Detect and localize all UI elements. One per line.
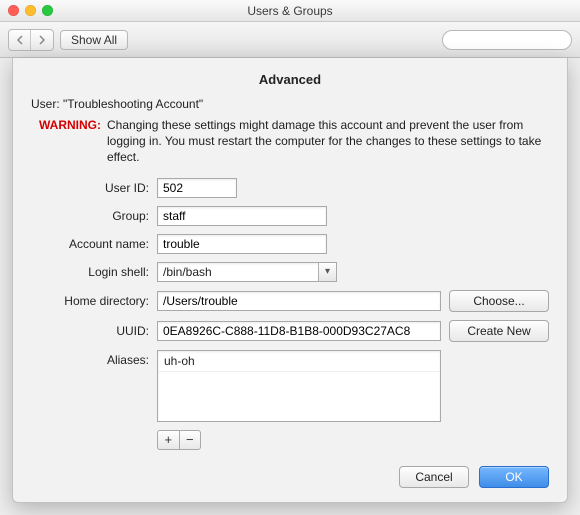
form-grid: User ID: Group: Account name: Login shel… [31, 178, 549, 450]
alias-pm-group: + − [157, 430, 201, 450]
window-controls [8, 5, 53, 16]
zoom-icon[interactable] [42, 5, 53, 16]
search-wrap [442, 30, 572, 50]
close-icon[interactable] [8, 5, 19, 16]
label-group: Group: [31, 209, 149, 223]
show-all-button[interactable]: Show All [60, 30, 128, 50]
choose-button[interactable]: Choose... [449, 290, 549, 312]
sheet-heading: Advanced [31, 72, 549, 87]
label-home-dir: Home directory: [31, 294, 149, 308]
login-shell-select[interactable]: /bin/bash ▾ [157, 262, 337, 282]
chevron-left-icon [16, 35, 24, 45]
home-dir-field[interactable] [157, 291, 441, 311]
titlebar: Users & Groups [0, 0, 580, 22]
chevron-down-icon: ▾ [318, 263, 336, 281]
ok-button[interactable]: OK [479, 466, 549, 488]
uuid-field[interactable] [157, 321, 441, 341]
cancel-button[interactable]: Cancel [399, 466, 469, 488]
user-id-field[interactable] [157, 178, 237, 198]
label-login-shell: Login shell: [31, 265, 149, 279]
label-account-name: Account name: [31, 237, 149, 251]
label-aliases: Aliases: [31, 350, 149, 367]
list-item[interactable]: uh-oh [158, 351, 440, 372]
warning-label: WARNING: [39, 117, 101, 166]
add-alias-button[interactable]: + [157, 430, 179, 450]
forward-button[interactable] [31, 30, 53, 50]
aliases-list[interactable]: uh-oh [157, 350, 441, 422]
group-field[interactable] [157, 206, 327, 226]
user-name: "Troubleshooting Account" [63, 97, 203, 111]
sheet-footer: Cancel OK [31, 466, 549, 488]
chevron-right-icon [38, 35, 46, 45]
remove-alias-button[interactable]: − [179, 430, 202, 450]
window-title: Users & Groups [247, 4, 332, 18]
user-prefix: User: [31, 97, 63, 111]
back-button[interactable] [9, 30, 31, 50]
toolbar: Show All [0, 22, 580, 58]
create-new-button[interactable]: Create New [449, 320, 549, 342]
minimize-icon[interactable] [25, 5, 36, 16]
nav-buttons [8, 29, 54, 51]
login-shell-value: /bin/bash [163, 265, 212, 279]
user-line: User: "Troubleshooting Account" [31, 97, 549, 111]
warning-text: Changing these settings might damage thi… [107, 117, 549, 166]
advanced-sheet: Advanced User: "Troubleshooting Account"… [12, 58, 568, 503]
warning-block: WARNING: Changing these settings might d… [31, 117, 549, 166]
account-name-field[interactable] [157, 234, 327, 254]
label-uuid: UUID: [31, 324, 149, 338]
search-input[interactable] [442, 30, 572, 50]
label-user-id: User ID: [31, 181, 149, 195]
